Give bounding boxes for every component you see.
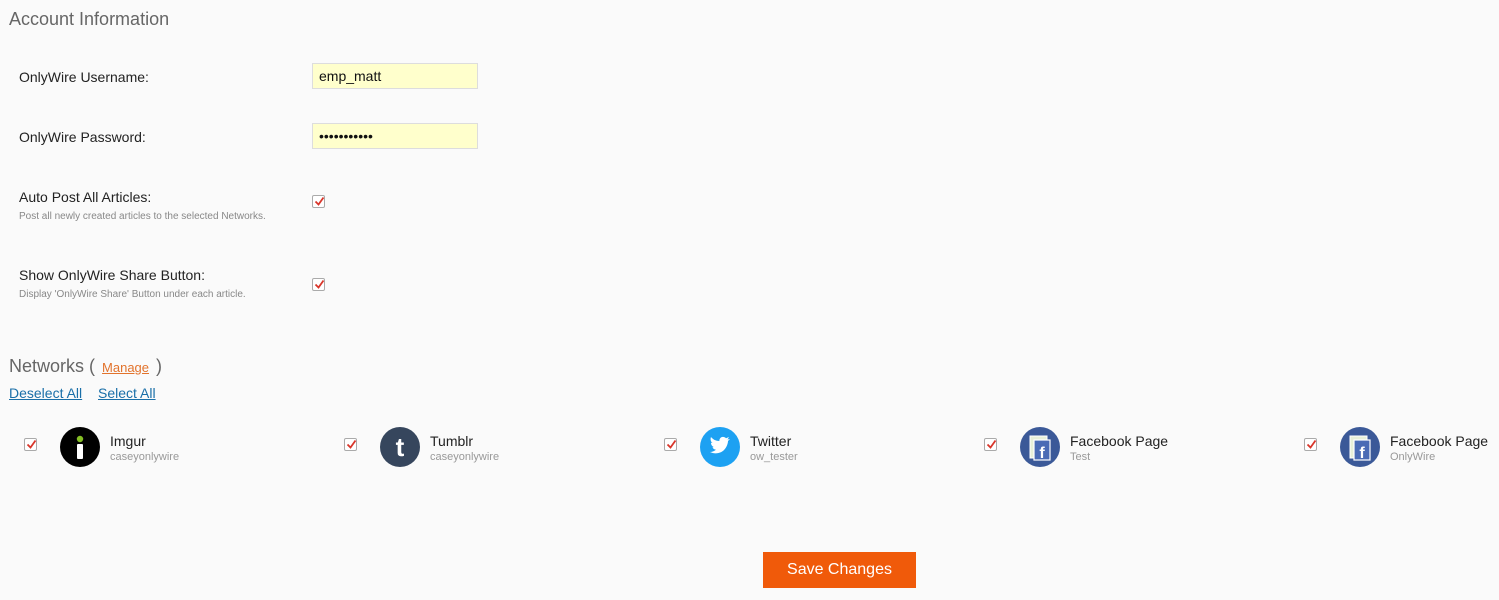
network-checkbox[interactable] <box>1304 438 1317 451</box>
checkmark-icon <box>26 439 37 449</box>
share-button-label: Show OnlyWire Share Button: <box>19 267 205 283</box>
checkmark-icon <box>314 279 325 289</box>
password-input[interactable] <box>312 123 478 149</box>
save-changes-button[interactable]: Save Changes <box>763 552 916 588</box>
checkmark-icon <box>346 439 357 449</box>
select-all-link[interactable]: Select All <box>98 385 156 401</box>
svg-text:t: t <box>396 432 405 462</box>
autopost-label: Auto Post All Articles: <box>19 189 152 205</box>
autopost-checkbox[interactable] <box>312 195 325 208</box>
network-account: OnlyWire <box>1390 451 1436 463</box>
networks-title-close: ) <box>156 356 163 376</box>
svg-text:f: f <box>1039 445 1045 462</box>
network-name: Imgur <box>110 433 146 449</box>
networks-title-text: Networks ( <box>9 356 96 376</box>
username-label: OnlyWire Username: <box>19 69 149 85</box>
network-name: Tumblr <box>430 433 474 449</box>
network-name: Facebook Page <box>1070 433 1169 449</box>
manage-link[interactable]: Manage <box>102 360 149 375</box>
share-button-checkbox[interactable] <box>312 278 325 291</box>
account-information-title: Account Information <box>9 9 170 29</box>
tumblr-icon: t <box>380 427 420 467</box>
network-account: caseyonlywire <box>430 451 500 463</box>
network-name: Twitter <box>750 433 792 449</box>
network-checkbox[interactable] <box>344 438 357 451</box>
network-account: Test <box>1070 451 1091 463</box>
networks-title: Networks ( Manage ) <box>9 356 162 377</box>
deselect-all-link[interactable]: Deselect All <box>9 385 82 401</box>
svg-text:f: f <box>1359 445 1365 462</box>
network-name: Facebook Page <box>1390 433 1489 449</box>
facebook-page-icon: f <box>1340 427 1380 467</box>
network-checkbox[interactable] <box>984 438 997 451</box>
network-checkbox[interactable] <box>664 438 677 451</box>
twitter-icon <box>700 427 740 467</box>
checkmark-icon <box>1306 439 1317 449</box>
network-account: caseyonlywire <box>110 451 180 463</box>
checkmark-icon <box>666 439 677 449</box>
network-checkbox[interactable] <box>24 438 37 451</box>
password-label: OnlyWire Password: <box>19 129 146 145</box>
checkmark-icon <box>986 439 997 449</box>
imgur-icon <box>60 427 100 467</box>
username-input[interactable] <box>312 63 478 89</box>
facebook-page-icon: f <box>1020 427 1060 467</box>
network-account: ow_tester <box>750 451 798 463</box>
share-button-description: Display 'OnlyWire Share' Button under ea… <box>19 289 246 300</box>
checkmark-icon <box>314 196 325 206</box>
autopost-description: Post all newly created articles to the s… <box>19 211 266 222</box>
